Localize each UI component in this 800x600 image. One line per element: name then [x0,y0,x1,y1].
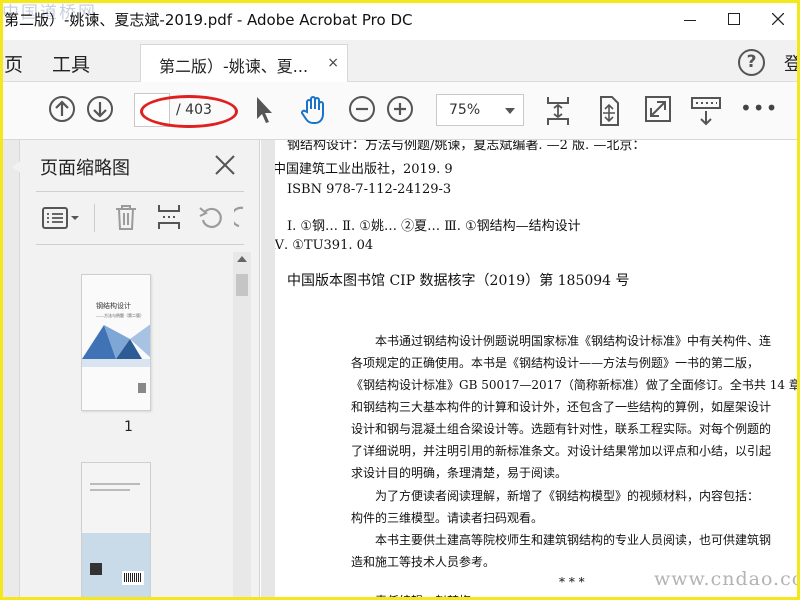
cip-line-6: 中国版本图书馆 CIP 数据核字（2019）第 185094 号 [287,273,630,289]
paragraph-line-3: 《钢结构设计标准》GB 50017—2017（简称新标准）做了全面修订。全书共 … [351,378,800,392]
tab-document[interactable]: 第二版）-姚谏、夏... × [140,44,348,82]
select-cursor-icon[interactable] [254,95,276,125]
zoom-in-icon[interactable] [386,95,414,123]
cip-line-4: Ⅰ. ①钢… Ⅱ. ①姚… ②夏… Ⅲ. ①钢结构—结构设计 [287,219,581,234]
minimize-icon[interactable] [668,0,712,40]
site-watermark: www.cndao.com [654,568,800,590]
paragraph-line-6: 了详细说明，并注明引用的新标准条文。对设计结果常加以评点和小结，以引起 [351,444,772,458]
paragraph-line-2: 各项规定的正确使用。本书是《钢结构设计——方法与例题》一书的第二版， [351,356,760,370]
tab-home[interactable]: 页 [4,50,23,77]
zoom-value: 75% [449,102,481,118]
scroll-up-icon[interactable] [237,256,247,262]
close-window-icon[interactable] [756,0,800,40]
scroll-mode-icon[interactable] [594,95,622,127]
qr-code [90,563,102,575]
title-bar: 中国道桥网 第二版）-姚谏、夏志斌-2019.pdf - Adobe Acrob… [0,0,800,40]
document-page: 钢结构设计：方法与例题/姚谏，夏志斌编著. —2 版. —北京： 中国建筑工业出… [275,140,800,600]
paragraph-line-8: 为了方便读者阅读理解，新增了《钢结构模型》的视频材料，内容包括： [375,489,760,503]
toolbar: / 403 75% ••• [0,82,800,140]
thumb-cover-title: 钢结构设计 [96,302,131,310]
page-thumbnail-1[interactable]: 钢结构设计 ——方法与例题（第二版） [81,274,151,411]
cip-line-2: 中国建筑工业出版社，2019. 9 [275,162,453,177]
document-view[interactable]: 钢结构设计：方法与例题/姚谏，夏志斌编著. —2 版. —北京： 中国建筑工业出… [261,140,800,600]
full-screen-icon[interactable] [644,95,672,123]
publisher-logo [138,383,146,393]
zoom-select[interactable]: 75% [436,94,524,126]
page-count-highlight [140,95,238,128]
panel-divider-2 [36,244,244,245]
cip-line-1: 钢结构设计：方法与例题/姚谏，夏志斌编著. —2 版. —北京： [287,140,646,153]
fit-page-icon[interactable] [544,95,572,127]
editor-line: 责任编辑：赵梦梅 [375,592,471,600]
cover-graphic [82,324,150,367]
read-mode-icon[interactable] [690,95,722,127]
panel-close-icon[interactable] [214,154,236,176]
rotate-counterclockwise-icon[interactable] [198,204,224,230]
tab-tools[interactable]: 工具 [52,50,90,77]
paragraph-line-7: 求设计目的明确，条理清楚，易于阅读。 [351,466,568,480]
zoom-out-icon[interactable] [348,95,376,123]
tool-divider [94,204,95,232]
next-page-icon[interactable] [86,95,114,123]
paragraph-line-11: 造和施工等技术人员参考。 [351,555,496,569]
sign-in-button[interactable]: 登 [784,50,800,76]
more-tools-button[interactable]: ••• [740,96,778,120]
insert-page-icon[interactable] [156,203,182,231]
back-cover-top [82,463,150,533]
tab-document-label: 第二版）-姚谏、夏... [159,57,309,76]
panel-toolbar [36,200,244,236]
tab-bar: 页 工具 第二版）-姚谏、夏... × [0,40,800,82]
panel-divider [36,191,244,192]
cip-line-3: ISBN 978-7-112-24129-3 [287,182,452,197]
paragraph-line-1: 本书通过钢结构设计例题说明国家标准《钢结构设计标准》中有关构件、连 [375,334,772,348]
thumbnail-scrollbar[interactable] [233,252,251,600]
window-title: 第二版）-姚谏、夏志斌-2019.pdf - Adobe Acrobat Pro… [4,11,413,29]
rotate-clockwise-icon[interactable] [234,204,244,230]
panel-title: 页面缩略图 [40,158,130,179]
thumbnail-options-icon[interactable] [42,206,82,230]
paragraph-line-5: 设计和钢与混凝土组合梁设计等。选题有针对性，联系工程实际。对每个例题的 [351,422,772,436]
tab-close-icon[interactable]: × [327,55,339,71]
paragraph-line-10: 本书主要供土建高等院校师生和建筑钢结构的专业人员阅读，也可供建筑钢 [375,533,772,547]
scroll-thumb[interactable] [236,274,248,296]
paragraph-line-4: 和钢结构三大基本构件的计算和设计外，还包含了一些结构的算例，如屋架设计 [351,400,772,414]
maximize-icon[interactable] [712,0,756,40]
page-thumbnail-2[interactable] [81,462,151,600]
panel-strip [0,140,20,600]
thumbnail-1-number: 1 [124,419,133,435]
chevron-down-icon [505,108,515,114]
hand-tool-icon[interactable] [298,95,328,125]
cip-line-5: Ⅳ. ①TU391. 04 [275,238,374,253]
previous-page-icon[interactable] [48,95,76,123]
help-icon[interactable]: ? [738,49,765,76]
window-controls [668,0,800,40]
barcode [122,571,144,585]
delete-page-icon[interactable] [114,203,138,231]
paragraph-line-9: 构件的三维模型。请读者扫码观看。 [351,511,544,525]
section-stars: * * * [559,575,585,589]
